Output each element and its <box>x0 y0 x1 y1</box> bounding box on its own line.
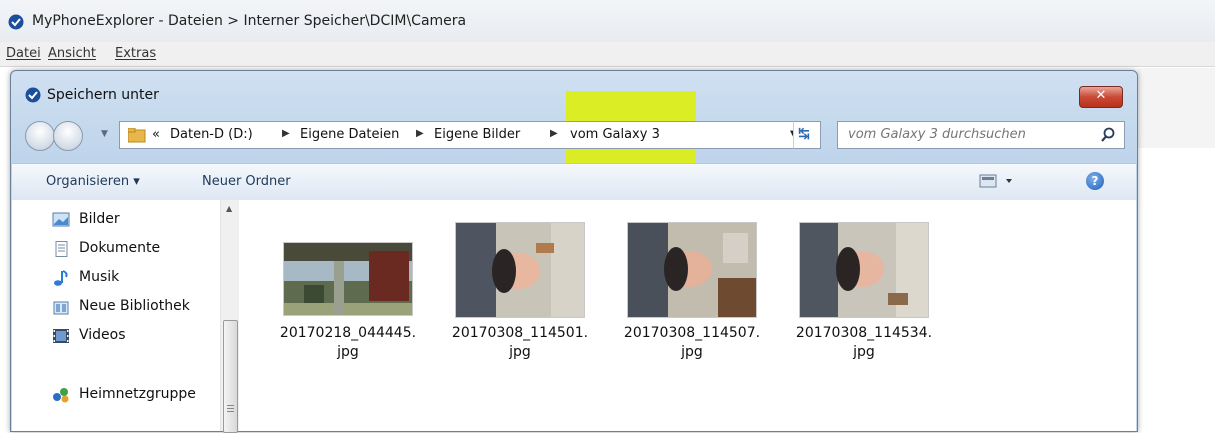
breadcrumb-item-vom-galaxy-3[interactable]: vom Galaxy 3 <box>570 127 660 142</box>
close-button[interactable]: ✕ <box>1079 86 1123 108</box>
app-title: MyPhoneExplorer - Dateien > Interner Spe… <box>32 13 467 29</box>
help-button[interactable]: ? <box>1086 172 1104 190</box>
breadcrumb-overflow[interactable]: « <box>152 127 160 142</box>
refresh-icon: ↹ <box>798 126 810 142</box>
app-background-panel <box>1138 68 1215 149</box>
breadcrumb-arrow-icon[interactable]: ▶ <box>416 128 424 139</box>
scrollbar-grip <box>227 408 234 409</box>
save-as-dialog: Speichern unter ✕ ▼ « Daten-D (D:) ▶ Eig… <box>10 70 1138 433</box>
app-background-panel-lower <box>1138 148 1215 416</box>
nav-pane-scrollbar[interactable]: ▲ <box>220 200 239 433</box>
pictures-icon <box>52 212 70 227</box>
scrollbar-grip <box>227 411 234 412</box>
file-item[interactable]: 20170308_114501. jpg <box>445 200 595 380</box>
close-icon: ✕ <box>1095 88 1107 103</box>
image-thumbnail <box>627 222 757 318</box>
history-dropdown-icon[interactable]: ▼ <box>101 129 108 139</box>
file-name: 20170308_114534. jpg <box>795 325 933 360</box>
menu-datei[interactable]: Datei <box>6 46 41 61</box>
dialog-title: Speichern unter <box>47 87 159 103</box>
file-name: 20170308_114507. jpg <box>623 325 761 360</box>
change-view-button[interactable] <box>978 172 1018 190</box>
image-thumbnail <box>283 242 413 316</box>
command-toolbar: Organisieren ▾ Neuer Ordner ? <box>12 163 1136 201</box>
file-name: 20170218_044445. jpg <box>279 325 417 360</box>
app-logo-icon <box>8 14 24 30</box>
folder-icon <box>128 128 146 143</box>
breadcrumb-item-eigene-dateien[interactable]: Eigene Dateien <box>300 127 399 142</box>
breadcrumb-item-eigene-bilder[interactable]: Eigene Bilder <box>434 127 520 142</box>
refresh-button[interactable]: ↹ <box>793 121 821 149</box>
scrollbar-grip <box>227 405 234 406</box>
app-title-bar: MyPhoneExplorer - Dateien > Interner Spe… <box>0 0 1215 46</box>
app-menubar: Datei Ansicht Extras <box>0 42 1215 67</box>
library-icon <box>53 301 69 315</box>
videos-icon <box>53 329 69 343</box>
breadcrumb-arrow-icon[interactable]: ▶ <box>550 128 558 139</box>
menu-ansicht[interactable]: Ansicht <box>48 46 96 61</box>
search-box[interactable] <box>837 121 1125 149</box>
file-item[interactable]: 20170308_114507. jpg <box>617 200 767 380</box>
search-input[interactable] <box>838 122 1094 146</box>
image-thumbnail <box>799 222 929 318</box>
music-icon <box>54 270 68 286</box>
scrollbar-thumb[interactable] <box>223 320 238 433</box>
new-folder-button[interactable]: Neuer Ordner <box>202 174 291 189</box>
file-item[interactable]: 20170308_114534. jpg <box>789 200 939 380</box>
homegroup-icon <box>53 388 69 403</box>
content-area: Bilder Dokumente Musik Neue Bibliothek V… <box>12 200 1136 433</box>
navigation-pane: Bilder Dokumente Musik Neue Bibliothek V… <box>12 200 217 431</box>
breadcrumb-item-daten-d[interactable]: Daten-D (D:) <box>170 127 253 142</box>
dialog-logo-icon <box>25 87 41 103</box>
file-name: 20170308_114501. jpg <box>451 325 589 360</box>
organize-button[interactable]: Organisieren ▾ <box>46 174 140 189</box>
menu-extras[interactable]: Extras <box>115 46 156 61</box>
search-icon[interactable] <box>1100 127 1116 143</box>
breadcrumb-arrow-icon[interactable]: ▶ <box>282 128 290 139</box>
forward-button[interactable] <box>53 121 83 151</box>
documents-icon <box>55 241 68 257</box>
back-button[interactable] <box>25 121 55 151</box>
file-item[interactable]: 20170218_044445. jpg <box>273 200 423 380</box>
scroll-up-icon[interactable]: ▲ <box>226 204 232 213</box>
image-thumbnail <box>455 222 585 318</box>
address-bar[interactable]: « Daten-D (D:) ▶ Eigene Dateien ▶ Eigene… <box>119 121 819 149</box>
